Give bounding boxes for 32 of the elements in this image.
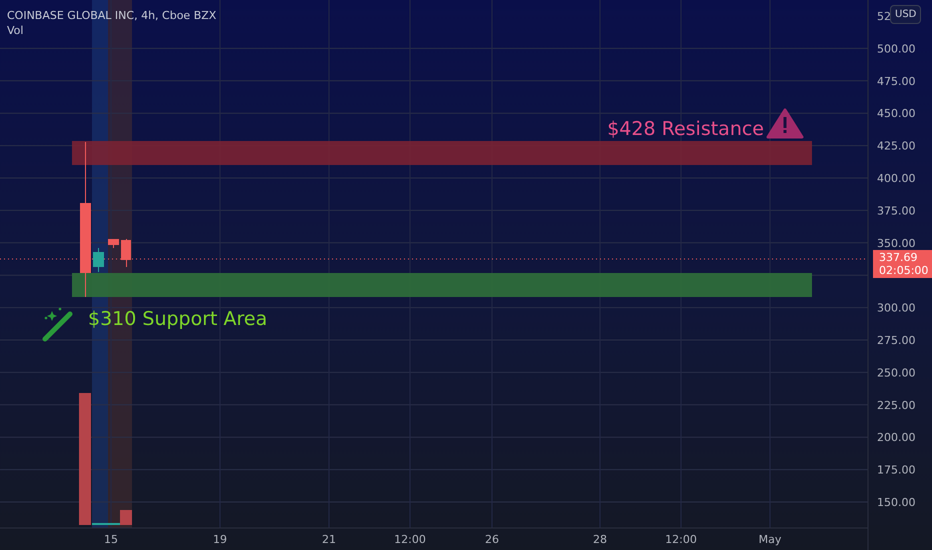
time-label: 21 [322, 533, 336, 546]
time-label: 12:00 [394, 533, 426, 546]
time-label: 19 [213, 533, 227, 546]
price-label: 400.00 [877, 172, 916, 185]
countdown-timer: 02:05:00 [879, 264, 930, 277]
price-label: 450.00 [877, 107, 916, 120]
time-label: 15 [104, 533, 118, 546]
time-label: May [758, 533, 782, 546]
magic-wand-icon [42, 308, 72, 342]
price-label: 275.00 [877, 334, 916, 347]
price-label: 200.00 [877, 431, 916, 444]
time-label: 28 [593, 533, 607, 546]
zone-label: $310 Support Area [88, 308, 268, 330]
price-value: 337.69 [879, 251, 918, 264]
indicator-label[interactable]: Vol [7, 23, 216, 38]
price-label: 300.00 [877, 302, 916, 315]
price-label: 500.00 [877, 42, 916, 56]
zone-label: $428 Resistance [607, 118, 764, 140]
price-label: 375.00 [877, 204, 916, 218]
currency-button[interactable]: USD [890, 5, 922, 24]
price-label: 475.00 [877, 74, 916, 88]
warning-icon [766, 108, 804, 138]
price-label: 52 [877, 10, 891, 23]
time-label: 12:00 [665, 533, 697, 546]
price-label: 175.00 [877, 464, 916, 477]
price-label: 225.00 [877, 398, 916, 412]
price-label: 250.00 [877, 366, 916, 380]
price-label: 150.00 [877, 496, 916, 509]
price-label: 425.00 [877, 140, 916, 153]
symbol-title: COINBASE GLOBAL INC, 4h, Cboe BZX [7, 8, 216, 23]
time-label: 26 [485, 533, 499, 546]
price-label: 350.00 [877, 236, 916, 250]
